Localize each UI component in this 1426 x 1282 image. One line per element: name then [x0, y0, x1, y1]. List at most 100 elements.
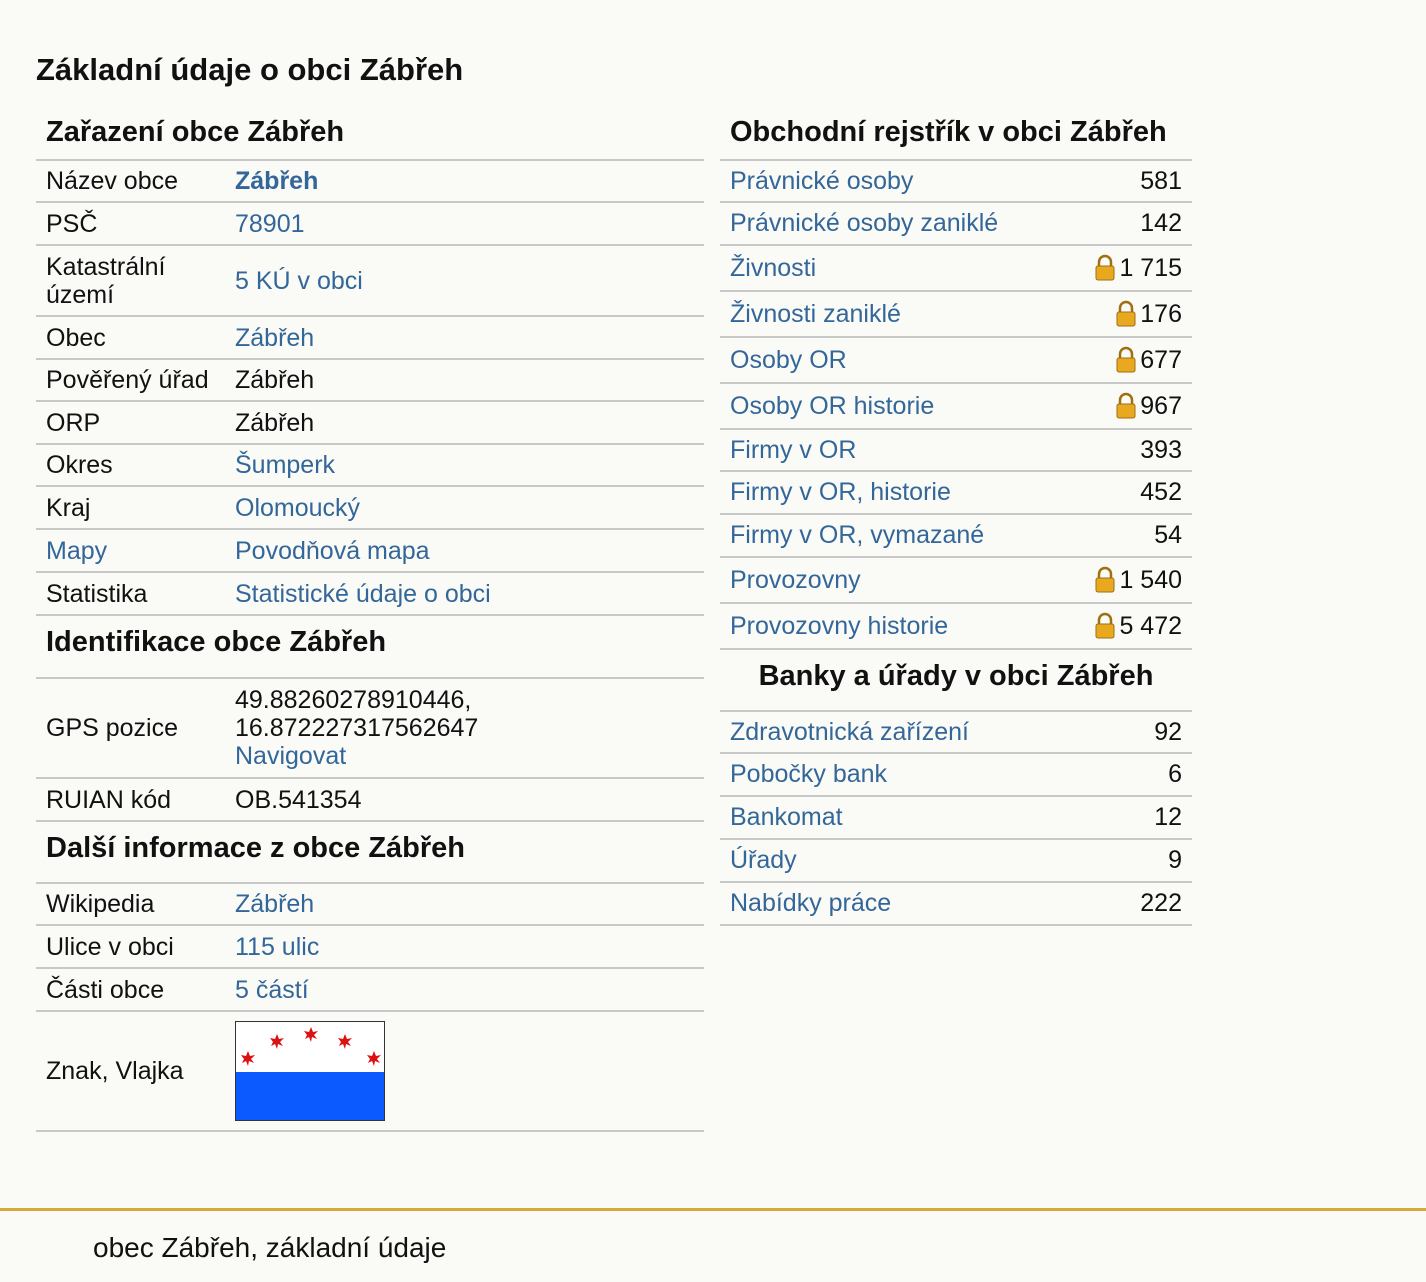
ulice-link[interactable]: 115 ulic	[235, 933, 704, 961]
count: 222	[1140, 889, 1182, 917]
firmy-v-or-vymazane-link[interactable]: Firmy v OR, vymazané	[730, 521, 984, 550]
wikipedia-link[interactable]: Zábřeh	[235, 890, 704, 918]
row-label: Ulice v obci	[46, 932, 174, 961]
obec-link[interactable]: Zábřeh	[235, 324, 704, 352]
bankomat-link[interactable]: Bankomat	[730, 803, 843, 832]
row-label: GPS pozice	[46, 714, 179, 742]
section-title-banky: Banky a úřady v obci Zábřeh	[720, 650, 1192, 712]
urady-link[interactable]: Úřady	[730, 846, 797, 875]
rejstrik-row: Firmy v OR, historie 452	[720, 472, 1192, 515]
row-statistika: Statistika Statistické údaje o obci	[36, 573, 704, 616]
zdravotnicka-zarizeni-link[interactable]: Zdravotnická zařízení	[730, 718, 969, 747]
row-wikipedia: Wikipedia Zábřeh	[36, 884, 704, 926]
flag-cell	[235, 1021, 704, 1121]
psc-link[interactable]: 78901	[235, 210, 704, 238]
count: 967	[1140, 391, 1182, 420]
ruian-value: OB.541354	[235, 785, 362, 814]
count: 12	[1154, 803, 1182, 831]
povodnova-mapa-link[interactable]: Povodňová mapa	[235, 537, 704, 565]
rejstrik-row: Firmy v OR 393	[720, 430, 1192, 472]
flag-image[interactable]	[235, 1021, 385, 1121]
row-gps: GPS pozice 49.88260278910446, 16.8722273…	[36, 679, 704, 779]
count: 54	[1154, 521, 1182, 549]
pobocky-bank-link[interactable]: Pobočky bank	[730, 760, 887, 789]
lock-icon[interactable]	[1093, 612, 1117, 640]
osoby-or-link[interactable]: Osoby OR	[730, 346, 847, 375]
banky-row: Úřady 9	[720, 840, 1192, 883]
count: 92	[1154, 717, 1182, 746]
row-label: ORP	[46, 408, 101, 437]
firmy-v-or-historie-link[interactable]: Firmy v OR, historie	[730, 478, 951, 507]
provozovny-link[interactable]: Provozovny	[730, 566, 861, 595]
lock-icon[interactable]	[1093, 254, 1117, 282]
count: 393	[1140, 435, 1182, 464]
gps-longitude: 16.872227317562647	[235, 714, 479, 742]
navigovat-link[interactable]: Navigovat	[235, 742, 704, 770]
banky-row: Bankomat 12	[720, 797, 1192, 840]
rejstrik-row: Provozovny 1 540	[720, 558, 1192, 604]
row-label: Pověřený úřad	[46, 366, 209, 394]
row-mapy: Mapy Povodňová mapa	[36, 530, 704, 573]
right-column: Obchodní rejstřík v obci Zábřeh Právnick…	[720, 110, 1192, 926]
obec-name-link[interactable]: Zábřeh	[235, 167, 704, 195]
row-label: RUIAN kód	[46, 785, 172, 814]
left-column: Zařazení obce Zábřeh Název obce Zábřeh P…	[36, 110, 704, 1132]
row-ruian: RUIAN kód OB.541354	[36, 779, 704, 822]
provozovny-historie-link[interactable]: Provozovny historie	[730, 612, 948, 641]
katastralni-uzemi-link[interactable]: 5 KÚ v obci	[235, 267, 704, 295]
rejstrik-row: Živnosti 1 715	[720, 246, 1192, 292]
row-label: Části obce	[46, 975, 165, 1004]
row-label: PSČ	[46, 209, 98, 238]
section-title-zarazeni: Zařazení obce Zábřeh	[36, 110, 704, 161]
row-nazev-obce: Název obce Zábřeh	[36, 161, 704, 203]
section-title-rejstrik: Obchodní rejstřík v obci Zábřeh	[720, 110, 1192, 161]
section-title-identifikace: Identifikace obce Zábřeh	[36, 616, 704, 679]
count: 6	[1168, 760, 1182, 788]
row-label: Znak, Vlajka	[46, 1057, 184, 1085]
lock-icon[interactable]	[1114, 346, 1138, 374]
count: 452	[1140, 478, 1182, 506]
pravnicke-osoby-zanikle-link[interactable]: Právnické osoby zaniklé	[730, 209, 998, 238]
zivnosti-link[interactable]: Živnosti	[730, 254, 816, 283]
count: 176	[1140, 299, 1182, 328]
page-title: Základní údaje o obci Zábřeh	[36, 52, 464, 87]
row-katastralni-uzemi: Katastrální území 5 KÚ v obci	[36, 246, 704, 317]
rejstrik-row: Živnosti zaniklé 176	[720, 292, 1192, 338]
nabidky-prace-link[interactable]: Nabídky práce	[730, 889, 891, 918]
lock-icon[interactable]	[1114, 392, 1138, 420]
mapy-link[interactable]: Mapy	[36, 537, 235, 565]
footer-text: obec Zábřeh, základní údaje	[93, 1232, 447, 1263]
count: 1 715	[1119, 253, 1182, 282]
orp-value: Zábřeh	[235, 408, 315, 437]
count: 677	[1140, 345, 1182, 374]
okres-link[interactable]: Šumperk	[235, 451, 704, 479]
row-psc: PSČ 78901	[36, 203, 704, 246]
row-orp: ORP Zábřeh	[36, 402, 704, 445]
banky-row: Zdravotnická zařízení 92	[720, 712, 1192, 754]
lock-icon[interactable]	[1093, 566, 1117, 594]
count: 9	[1168, 846, 1182, 874]
banky-row: Nabídky práce 222	[720, 883, 1192, 926]
povereny-urad-value: Zábřeh	[235, 366, 315, 394]
gps-value: 49.88260278910446, 16.872227317562647 Na…	[235, 686, 704, 770]
firmy-v-or-link[interactable]: Firmy v OR	[730, 436, 856, 465]
count: 142	[1140, 209, 1182, 237]
gps-latitude: 49.88260278910446,	[235, 686, 472, 714]
banky-row: Pobočky bank 6	[720, 754, 1192, 797]
row-label: Název obce	[46, 167, 179, 195]
row-label: Katastrální území	[46, 252, 166, 309]
statistika-link[interactable]: Statistické údaje o obci	[235, 580, 704, 608]
osoby-or-historie-link[interactable]: Osoby OR historie	[730, 392, 934, 421]
count: 1 540	[1119, 565, 1182, 594]
pravnicke-osoby-link[interactable]: Právnické osoby	[730, 167, 913, 196]
row-label: Wikipedia	[46, 890, 155, 918]
casti-obce-link[interactable]: 5 částí	[235, 976, 704, 1004]
count: 581	[1140, 166, 1182, 195]
row-povereny-urad: Pověřený úřad Zábřeh	[36, 360, 704, 402]
lock-icon[interactable]	[1114, 300, 1138, 328]
flag-stars	[241, 1027, 381, 1066]
row-label: Okres	[46, 451, 113, 479]
zivnosti-zanikle-link[interactable]: Živnosti zaniklé	[730, 300, 901, 329]
kraj-link[interactable]: Olomoucký	[235, 494, 704, 522]
rejstrik-row: Osoby OR 677	[720, 338, 1192, 384]
